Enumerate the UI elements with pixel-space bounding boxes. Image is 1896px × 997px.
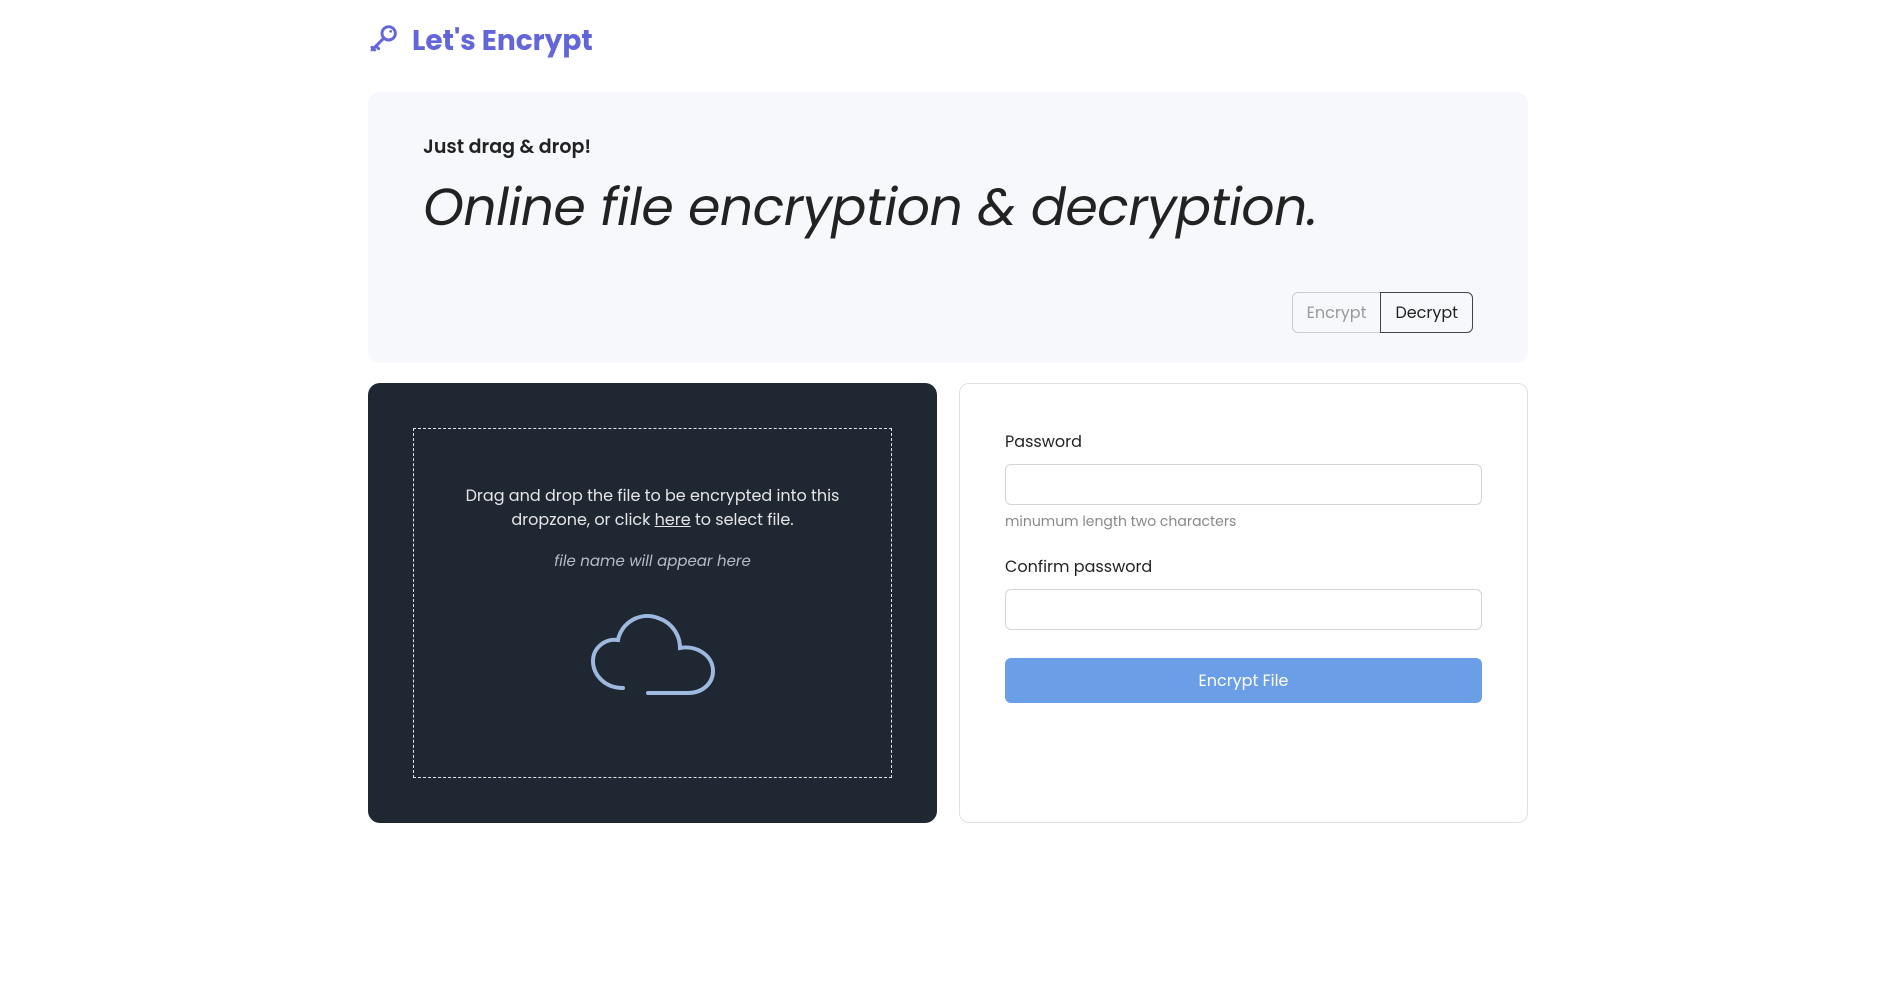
key-icon [368, 22, 400, 61]
password-input[interactable] [1005, 464, 1482, 505]
password-label: Password [1005, 429, 1482, 454]
file-dropzone[interactable]: Drag and drop the file to be encrypted i… [413, 428, 892, 778]
hero-subtitle: Just drag & drop! [423, 132, 1473, 161]
brand-name: Let's Encrypt [412, 20, 593, 62]
confirm-password-input[interactable] [1005, 589, 1482, 630]
dropzone-instruction: Drag and drop the file to be encrypted i… [444, 484, 861, 532]
tab-encrypt[interactable]: Encrypt [1292, 292, 1381, 333]
confirm-password-label: Confirm password [1005, 554, 1482, 579]
password-hint: minumum length two characters [1005, 511, 1482, 532]
mode-tabs: Encrypt Decrypt [423, 292, 1473, 333]
cloud-upload-icon [578, 603, 728, 720]
dropzone-card: Drag and drop the file to be encrypted i… [368, 383, 937, 823]
hero-section: Just drag & drop! Online file encryption… [368, 92, 1528, 363]
encrypt-file-button[interactable]: Encrypt File [1005, 658, 1482, 703]
hero-title: Online file encryption & decryption. [423, 169, 1473, 247]
brand-logo: Let's Encrypt [368, 20, 1528, 62]
selected-filename: file name will appear here [444, 550, 861, 573]
select-file-link[interactable]: here [655, 508, 691, 531]
password-form: Password minumum length two characters C… [959, 383, 1528, 823]
tab-decrypt[interactable]: Decrypt [1380, 292, 1473, 333]
